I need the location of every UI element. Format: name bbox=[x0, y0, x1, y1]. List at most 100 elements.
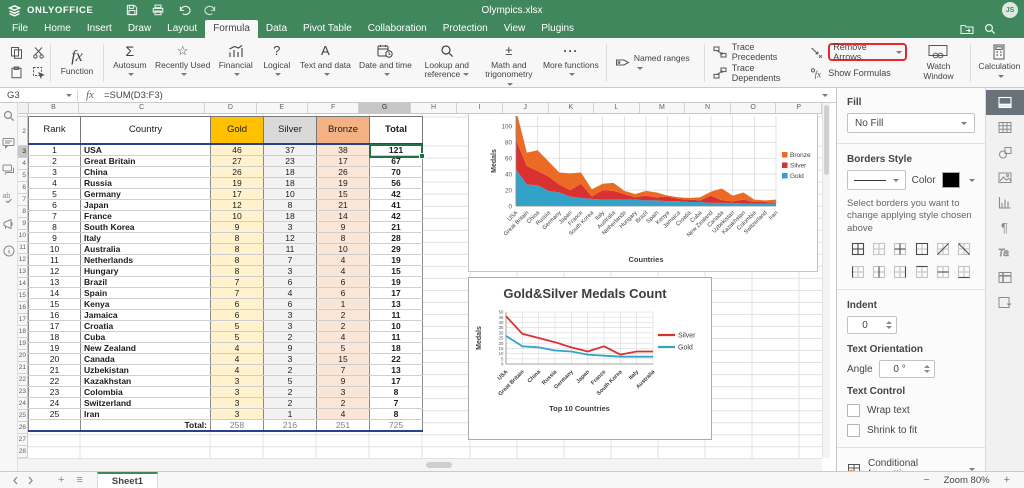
cell[interactable]: 18 bbox=[264, 166, 317, 177]
cell[interactable]: 258 bbox=[211, 419, 264, 431]
cell[interactable]: 6 bbox=[317, 287, 370, 298]
table-settings-icon[interactable] bbox=[986, 115, 1024, 140]
column-header-K[interactable]: K bbox=[549, 103, 595, 113]
cell[interactable]: Great Britain bbox=[81, 155, 211, 166]
table-row[interactable]: 19New Zealand49518 bbox=[29, 342, 423, 353]
cell[interactable]: USA bbox=[81, 144, 211, 156]
remove-arrows-button[interactable]: Remove Arrows bbox=[810, 45, 907, 59]
comments-icon[interactable] bbox=[2, 136, 16, 150]
table-row[interactable]: 17Croatia53210 bbox=[29, 320, 423, 331]
table-row[interactable]: 23Colombia3238 bbox=[29, 386, 423, 397]
zoom-in-button[interactable]: + bbox=[1004, 474, 1010, 486]
slicer-settings-icon[interactable] bbox=[986, 290, 1024, 315]
header-cell-bronze[interactable]: Bronze bbox=[317, 117, 370, 144]
spinner-up-icon[interactable] bbox=[924, 365, 930, 368]
table-row[interactable]: 15Kenya66113 bbox=[29, 298, 423, 309]
table-row[interactable]: 10Australia8111029 bbox=[29, 243, 423, 254]
tab-draw[interactable]: Draw bbox=[120, 20, 159, 38]
cell[interactable]: 18 bbox=[264, 177, 317, 188]
shape-settings-icon[interactable] bbox=[986, 140, 1024, 165]
tab-collaboration[interactable]: Collaboration bbox=[360, 20, 435, 38]
cell[interactable]: 56 bbox=[370, 177, 423, 188]
wrap-text-checkbox[interactable]: Wrap text bbox=[847, 404, 975, 417]
tab-data[interactable]: Data bbox=[258, 20, 295, 38]
search-icon[interactable] bbox=[984, 23, 996, 35]
table-row[interactable]: 2Great Britain27231767 bbox=[29, 155, 423, 166]
cell[interactable]: 5 bbox=[264, 375, 317, 386]
row-header-27[interactable]: 27 bbox=[18, 434, 28, 446]
column-header-N[interactable]: N bbox=[685, 103, 731, 113]
cell[interactable]: 725 bbox=[370, 419, 423, 431]
table-row[interactable]: 21Uzbekistan42713 bbox=[29, 364, 423, 375]
cell[interactable]: 2 bbox=[264, 386, 317, 397]
cell[interactable]: 27 bbox=[211, 155, 264, 166]
function-button[interactable]: fx Function bbox=[55, 48, 99, 78]
border-center-v-button[interactable] bbox=[872, 265, 886, 279]
cell[interactable]: 4 bbox=[317, 254, 370, 265]
cell[interactable]: 9 bbox=[264, 342, 317, 353]
chevron-down-icon[interactable] bbox=[969, 179, 975, 182]
spinner-down-icon[interactable] bbox=[886, 326, 892, 329]
cell[interactable]: Switzerland bbox=[81, 397, 211, 408]
header-cell-silver[interactable]: Silver bbox=[264, 117, 317, 144]
cell[interactable]: Netherlands bbox=[81, 254, 211, 265]
cell[interactable]: 1 bbox=[264, 408, 317, 419]
cell[interactable]: Total: bbox=[81, 419, 211, 431]
cell[interactable]: 216 bbox=[264, 419, 317, 431]
cell[interactable]: Kenya bbox=[81, 298, 211, 309]
cell[interactable]: 3 bbox=[264, 309, 317, 320]
row-header-10[interactable]: 10 bbox=[18, 230, 28, 242]
border-all-button[interactable] bbox=[851, 242, 865, 256]
column-header-G[interactable]: G bbox=[359, 103, 410, 113]
financial-button[interactable]: Financial bbox=[214, 41, 258, 80]
cell[interactable]: 4 bbox=[264, 287, 317, 298]
fill-select[interactable]: No Fill bbox=[847, 113, 975, 133]
row-header-25[interactable]: 25 bbox=[18, 410, 28, 422]
chart-settings-icon[interactable] bbox=[986, 190, 1024, 215]
cell[interactable]: 4 bbox=[317, 408, 370, 419]
row-header-4[interactable]: 4 bbox=[18, 158, 28, 170]
cell[interactable]: 41 bbox=[370, 199, 423, 210]
cell[interactable]: 2 bbox=[264, 364, 317, 375]
cell[interactable]: 9 bbox=[317, 221, 370, 232]
cell[interactable]: 2 bbox=[317, 397, 370, 408]
tab-insert[interactable]: Insert bbox=[79, 20, 120, 38]
tab-pivot-table[interactable]: Pivot Table bbox=[295, 20, 360, 38]
cell[interactable]: 13 bbox=[370, 364, 423, 375]
column-header-J[interactable]: J bbox=[503, 103, 549, 113]
cell[interactable]: 1 bbox=[317, 298, 370, 309]
cell[interactable]: Brazil bbox=[81, 276, 211, 287]
cell[interactable]: 7 bbox=[29, 210, 81, 221]
select-all-corner[interactable] bbox=[18, 103, 29, 113]
cell[interactable]: 29 bbox=[370, 243, 423, 254]
cell[interactable]: 4 bbox=[211, 353, 264, 364]
column-header-P[interactable]: P bbox=[776, 103, 822, 113]
undo-icon[interactable] bbox=[171, 0, 197, 20]
cell[interactable]: 4 bbox=[317, 265, 370, 276]
cell[interactable]: 3 bbox=[264, 320, 317, 331]
cell[interactable]: 8 bbox=[29, 221, 81, 232]
table-row[interactable]: 13Brazil76619 bbox=[29, 276, 423, 287]
paste-icon[interactable] bbox=[10, 66, 23, 79]
table-row[interactable]: 12Hungary83415 bbox=[29, 265, 423, 276]
calculation-button[interactable]: Calculation bbox=[975, 43, 1024, 81]
cell[interactable]: 5 bbox=[29, 188, 81, 199]
column-header-D[interactable]: D bbox=[205, 103, 256, 113]
row-header-19[interactable]: 19 bbox=[18, 338, 28, 350]
cell[interactable]: 11 bbox=[370, 331, 423, 342]
border-top-button[interactable] bbox=[915, 265, 929, 279]
sheet-tab[interactable]: Sheet1 bbox=[97, 472, 158, 488]
prev-sheet-icon[interactable] bbox=[12, 476, 19, 485]
vertical-scrollbar[interactable] bbox=[822, 103, 830, 458]
user-avatar[interactable]: JS bbox=[1002, 2, 1018, 18]
cell[interactable]: 6 bbox=[29, 199, 81, 210]
cell[interactable]: 7 bbox=[370, 397, 423, 408]
angle-stepper[interactable]: 0 ° bbox=[879, 360, 935, 378]
open-file-location-icon[interactable] bbox=[960, 23, 974, 35]
tab-file[interactable]: File bbox=[4, 20, 36, 38]
embedded-line-chart[interactable]: Gold&Silver Medals Count0510152025303540… bbox=[468, 277, 712, 440]
cell[interactable]: Australia bbox=[81, 243, 211, 254]
table-row[interactable]: 4Russia19181956 bbox=[29, 177, 423, 188]
math-and-trigonometry-button[interactable]: ±Math and trigonometry bbox=[478, 41, 540, 90]
save-icon[interactable] bbox=[119, 0, 145, 20]
